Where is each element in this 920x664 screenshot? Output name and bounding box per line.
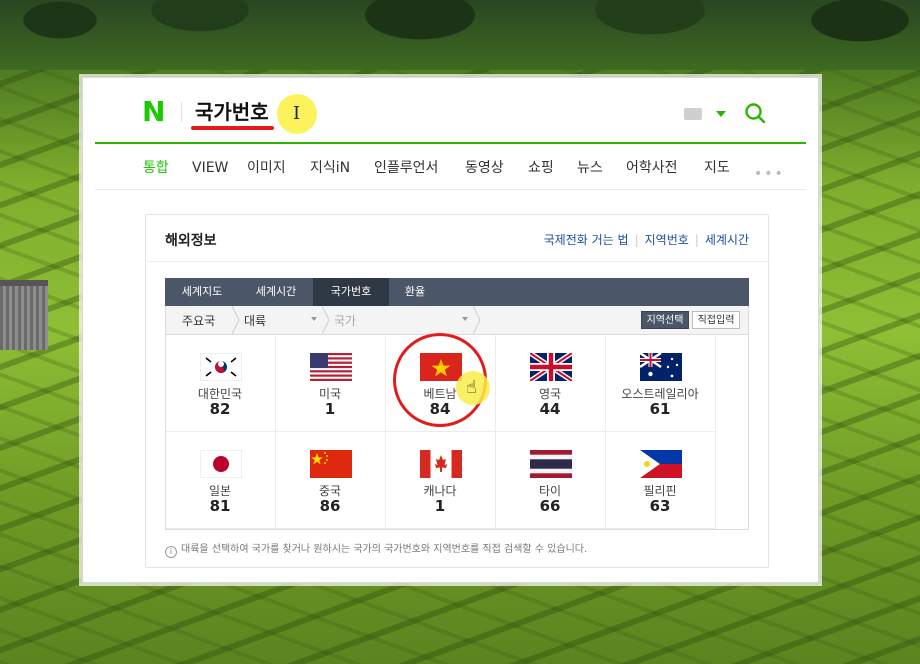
search-input[interactable]: 국가번호 <box>195 98 269 126</box>
header-divider <box>181 102 182 122</box>
background-hut <box>0 280 48 350</box>
country-cell-japan[interactable]: 일본 81 <box>166 432 276 529</box>
title-divider <box>147 261 769 262</box>
canada-flag-icon <box>420 450 462 478</box>
tab-influencer[interactable]: 인플루언서 <box>374 158 438 178</box>
keyboard-icon[interactable] <box>684 108 702 120</box>
tab-view[interactable]: VIEW <box>192 158 228 178</box>
country-code: 86 <box>319 497 341 515</box>
crumb-arrow-icon <box>321 306 330 334</box>
country-code: 81 <box>209 497 231 515</box>
country-code: 63 <box>649 497 671 515</box>
query-underline-annotation <box>191 126 274 130</box>
japan-flag-icon <box>200 450 242 478</box>
korea-flag-icon <box>200 353 242 381</box>
crumb-arrow-icon <box>472 306 481 334</box>
tab-news[interactable]: 뉴스 <box>577 158 603 178</box>
chevron-down-icon[interactable] <box>311 317 317 321</box>
australia-flag-icon <box>640 353 682 381</box>
tab-all[interactable]: 통합 <box>143 158 169 178</box>
link-intl-call-guide[interactable]: 국제전화 거는 법 <box>544 231 629 248</box>
country-cell-thailand[interactable]: 타이 66 <box>496 432 606 529</box>
china-flag-icon <box>310 450 352 478</box>
overseas-info-panel: 해외정보 국제전화 거는 법 | 지역번호 | 세계시간 세계지도 세계시간 국가번호 … <box>145 214 769 568</box>
tab-video[interactable]: 동영상 <box>465 158 504 178</box>
country-cell-usa[interactable]: 미국 1 <box>276 335 386 432</box>
thailand-flag-icon <box>530 450 572 478</box>
country-code: 82 <box>209 400 231 418</box>
background-forest <box>0 0 920 70</box>
country-cell-australia[interactable]: 오스트레일리아 61 <box>606 335 716 432</box>
search-result-window: N 국가번호 I 통합 VIEW 이미지 지식iN 인플루언서 동영상 쇼핑 뉴… <box>82 77 819 583</box>
link-area-code[interactable]: 지역번호 <box>645 231 689 248</box>
country-code: 44 <box>539 400 561 418</box>
continent-select[interactable]: 대륙 <box>244 312 266 329</box>
link-separator: | <box>634 233 639 247</box>
hand-pointer-icon: ☝ <box>466 377 477 398</box>
country-cell-uk[interactable]: 영국 44 <box>496 335 606 432</box>
help-note-text: 대륙을 선택하여 국가를 찾거나 원하시는 국가의 국가번호와 지역번호를 직접… <box>181 544 588 555</box>
info-icon: i <box>165 546 177 558</box>
country-code: 61 <box>649 400 671 418</box>
chevron-down-icon[interactable] <box>716 111 726 117</box>
help-note: i 대륙을 선택하여 국가를 찾거나 원하시는 국가의 국가번호와 지역번호를 직… <box>165 540 587 558</box>
crumb-major-countries[interactable]: 주요국 <box>182 312 215 329</box>
uk-flag-icon <box>530 353 572 381</box>
tab-kin[interactable]: 지식iN <box>310 158 350 178</box>
tab-images[interactable]: 이미지 <box>247 158 286 178</box>
tab-exchange-rate[interactable]: 환율 <box>389 278 441 306</box>
info-tab-bar: 세계지도 세계시간 국가번호 환율 <box>165 278 749 306</box>
country-code: 1 <box>324 400 336 418</box>
country-cell-korea[interactable]: 대한민국 82 <box>166 335 276 432</box>
search-header: N 국가번호 I <box>95 78 806 144</box>
region-selector: 주요국 대륙 국가 지역선택 직접입력 <box>165 306 749 335</box>
panel-links: 국제전화 거는 법 | 지역번호 | 세계시간 <box>544 231 749 248</box>
more-tabs-icon[interactable]: ••• <box>754 166 785 182</box>
text-cursor-icon: I <box>293 103 301 124</box>
link-world-time[interactable]: 세계시간 <box>705 231 749 248</box>
country-code: 66 <box>539 497 561 515</box>
crumb-arrow-icon <box>231 306 240 334</box>
search-tabs: 통합 VIEW 이미지 지식iN 인플루언서 동영상 쇼핑 뉴스 어학사전 지도… <box>95 146 806 190</box>
link-separator: | <box>694 233 699 247</box>
country-code: 1 <box>434 497 446 515</box>
chevron-down-icon[interactable] <box>462 317 468 321</box>
tab-map[interactable]: 지도 <box>704 158 730 178</box>
search-icon[interactable] <box>744 102 766 124</box>
panel-title: 해외정보 <box>165 233 217 249</box>
country-grid: 대한민국 82 미국 1 베트남 84 영국 44 오스트레일리아 61 일본 … <box>165 333 749 530</box>
usa-flag-icon <box>310 353 352 381</box>
philippines-flag-icon <box>640 450 682 478</box>
country-cell-china[interactable]: 중국 86 <box>276 432 386 529</box>
tab-world-time[interactable]: 세계시간 <box>239 278 313 306</box>
tab-country-code[interactable]: 국가번호 <box>313 278 389 306</box>
naver-logo[interactable]: N <box>142 98 166 126</box>
direct-input-button[interactable]: 직접입력 <box>692 311 740 329</box>
tab-shopping[interactable]: 쇼핑 <box>528 158 554 178</box>
country-cell-canada[interactable]: 캐나다 1 <box>386 432 496 529</box>
country-select[interactable]: 국가 <box>334 312 356 329</box>
tab-dictionary[interactable]: 어학사전 <box>626 158 678 178</box>
tab-world-map[interactable]: 세계지도 <box>165 278 239 306</box>
country-cell-philippines[interactable]: 필리핀 63 <box>606 432 716 529</box>
region-select-button[interactable]: 지역선택 <box>641 311 689 329</box>
